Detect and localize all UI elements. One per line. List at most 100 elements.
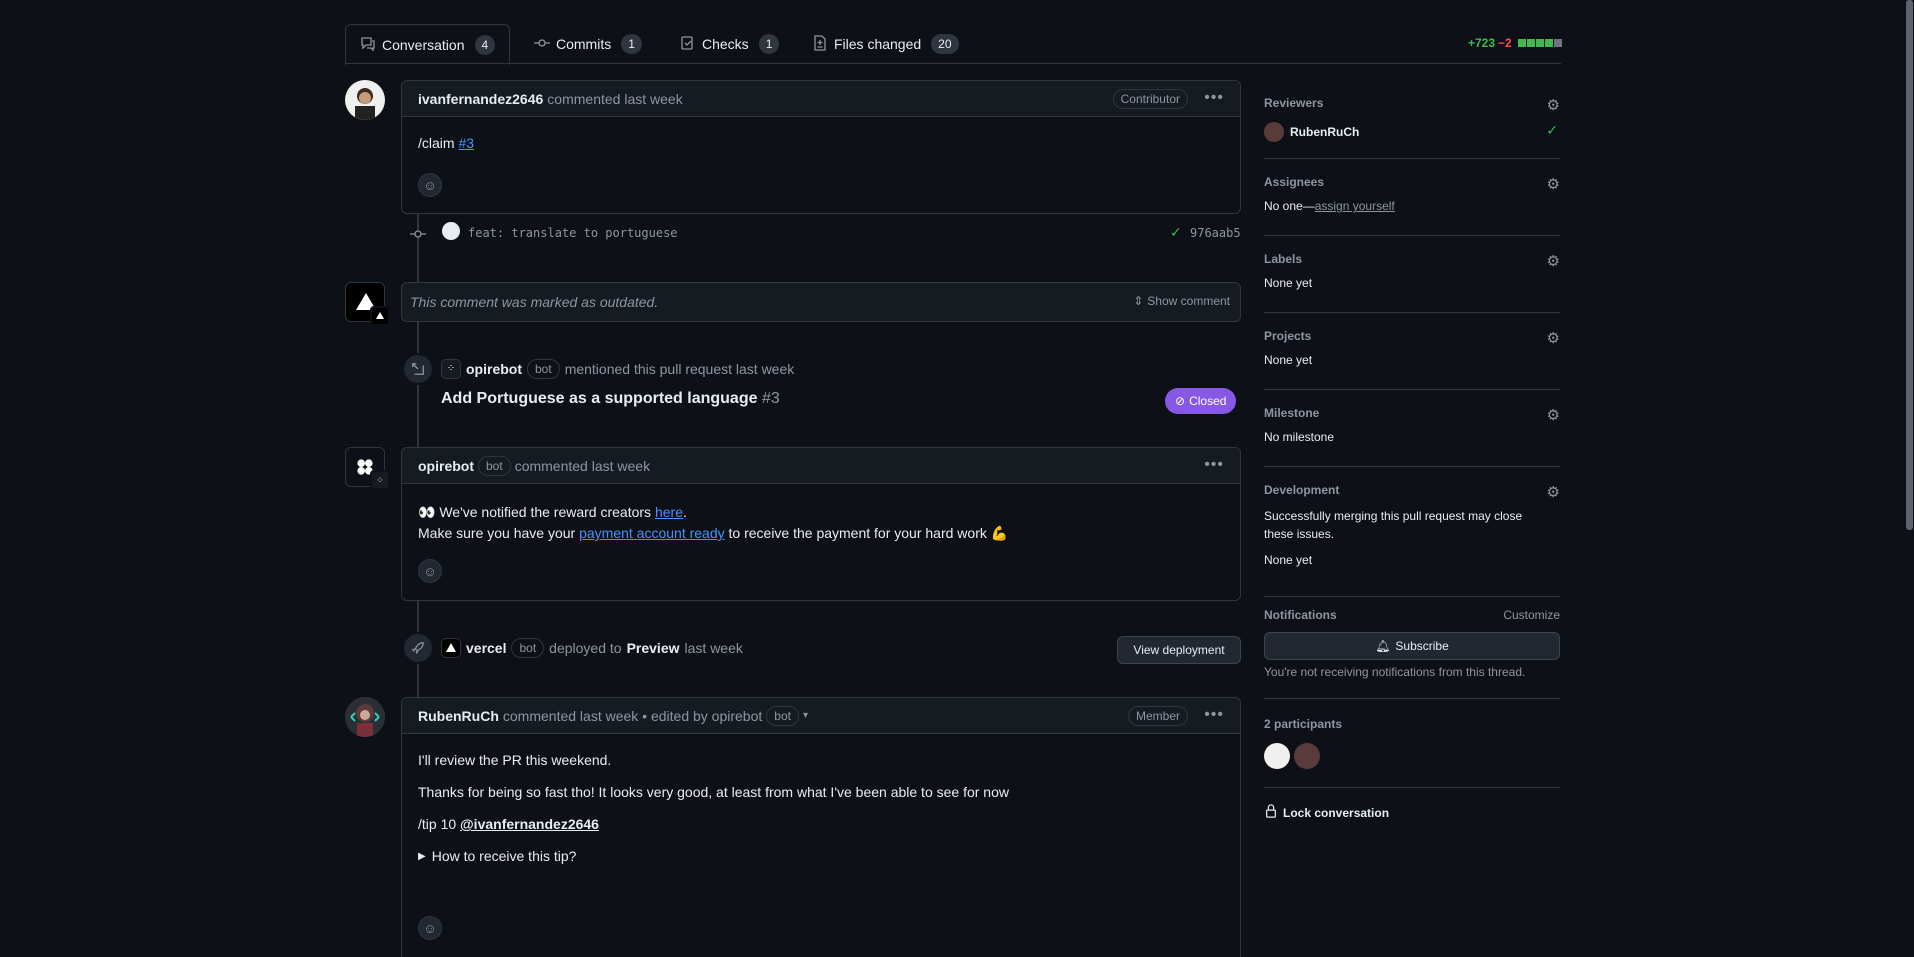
commit-author-avatar[interactable] (442, 222, 460, 240)
reviewer-row: RubenRuCh (1264, 122, 1359, 142)
comment-author[interactable]: RubenRuCh (418, 708, 499, 724)
tab-commits-count: 1 (621, 34, 642, 54)
comment-ivanfernandez2646: ivanfernandez2646 commented last week Co… (401, 80, 1241, 214)
development-section: Development ⚙ Successfully merging this … (1264, 483, 1560, 567)
milestone-gear-icon[interactable]: ⚙ (1547, 406, 1560, 424)
development-gear-icon[interactable]: ⚙ (1547, 483, 1560, 501)
commit-message[interactable]: feat: translate to portuguese (468, 226, 678, 240)
projects-gear-icon[interactable]: ⚙ (1547, 329, 1560, 347)
comment-author[interactable]: opirebot (418, 458, 474, 474)
view-deployment-label: View deployment (1133, 643, 1225, 657)
kebab-menu-icon[interactable]: ••• (1204, 456, 1224, 474)
user-mention-link[interactable]: @ivanfernandez2646 (460, 816, 599, 832)
tip-details-toggle[interactable]: ▶ How to receive this tip? (418, 848, 1009, 864)
deploy-author[interactable]: vercel (466, 640, 506, 656)
tab-files-changed-count: 20 (931, 34, 959, 54)
outdated-text: This comment was marked as outdated. (410, 294, 659, 310)
sidebar-divider (1264, 466, 1560, 467)
tab-conversation-count: 4 (474, 35, 496, 55)
approved-check-icon: ✓ (1546, 122, 1558, 138)
here-link[interactable]: here (655, 504, 683, 520)
deploy-time: last week (684, 640, 743, 656)
add-reaction-smiley-icon[interactable]: ☺ (418, 173, 442, 197)
diffstat-additions: +723 (1468, 36, 1496, 50)
participant-avatar[interactable] (1264, 743, 1290, 769)
reviewers-section: Reviewers ⚙ RubenRuCh ✓ (1264, 96, 1560, 146)
milestone-title: Milestone (1264, 406, 1320, 420)
comment-discussion-icon (360, 36, 376, 55)
reviewer-name[interactable]: RubenRuCh (1290, 125, 1359, 139)
comment-author[interactable]: ivanfernandez2646 (418, 91, 543, 107)
subscribe-button[interactable]: 🔔︎ Subscribe (1264, 632, 1560, 660)
comment-body: /claim #3 (418, 135, 474, 151)
tabs-divider (345, 63, 1561, 64)
scrollbar-thumb[interactable] (1906, 0, 1913, 530)
reviewer-avatar[interactable] (1264, 122, 1284, 142)
payment-text: Make sure you have your (418, 525, 580, 541)
deploy-environment[interactable]: Preview (627, 640, 680, 656)
tab-files-changed[interactable]: Files changed 20 (798, 24, 973, 64)
tab-checks-count: 1 (758, 34, 780, 54)
kebab-menu-icon[interactable]: ••• (1204, 89, 1224, 107)
avatar-rubenruch[interactable] (345, 697, 385, 737)
show-comment-button[interactable]: ⇕ Show comment (1133, 294, 1230, 308)
contributor-badge: Contributor (1112, 88, 1188, 109)
comment-meta[interactable]: commented last week (547, 91, 682, 107)
add-reaction-smiley-icon[interactable]: ☺ (418, 559, 442, 583)
unfold-icon: ⇕ (1133, 294, 1144, 308)
commit-sha[interactable]: 976aab5 (1190, 226, 1241, 240)
labels-gear-icon[interactable]: ⚙ (1547, 252, 1560, 270)
tip-text: /tip 10 (418, 816, 461, 832)
issue-link[interactable]: #3 (458, 135, 474, 151)
mentioned-issue[interactable]: Add Portuguese as a supported language #… (441, 390, 780, 408)
reviewers-title: Reviewers (1264, 96, 1324, 110)
closed-label: Closed (1189, 394, 1227, 408)
labels-section: Labels ⚙ None yet (1264, 252, 1560, 290)
file-diff-icon (812, 34, 828, 54)
issue-title[interactable]: Add Portuguese as a supported language (441, 390, 758, 407)
assignees-section: Assignees ⚙ No one—assign yourself (1264, 175, 1560, 213)
participant-avatar[interactable] (1294, 743, 1320, 769)
reviewers-gear-icon[interactable]: ⚙ (1547, 96, 1560, 114)
development-text: Successfully merging this pull request m… (1264, 509, 1523, 541)
tab-checks[interactable]: Checks 1 (666, 24, 793, 64)
kebab-menu-icon[interactable]: ••• (1204, 706, 1224, 724)
diffstat-deletions: −2 (1498, 36, 1512, 50)
payment-suffix: to receive the payment for your hard wor… (724, 525, 1009, 541)
closed-icon: ⊘ (1175, 394, 1186, 408)
lock-conversation-button[interactable]: Lock conversation (1264, 804, 1389, 821)
development-value: None yet (1264, 553, 1313, 567)
tab-conversation[interactable]: Conversation 4 (345, 24, 511, 65)
comment-body: 👀 We've notified the reward creators her… (418, 502, 1008, 544)
comment-header: RubenRuCh commented last week • edited b… (402, 698, 1240, 734)
check-icon[interactable]: ✓ (1170, 224, 1182, 241)
diffstat: +723 −2 (1468, 36, 1562, 50)
avatar-ivanfernandez2646[interactable] (345, 80, 385, 120)
customize-link[interactable]: Customize (1503, 608, 1560, 622)
milestone-section: Milestone ⚙ No milestone (1264, 406, 1560, 444)
vercel-small-avatar[interactable] (441, 638, 461, 658)
issue-number[interactable]: #3 (762, 390, 780, 407)
participants-title: 2 participants (1264, 717, 1343, 731)
payment-account-link[interactable]: payment account ready (579, 525, 725, 541)
notify-suffix: . (682, 504, 687, 520)
participant-avatars (1264, 743, 1560, 769)
edit-history-chevron-icon[interactable]: ▾ (803, 710, 808, 721)
add-reaction-smiley-icon[interactable]: ☺ (418, 916, 442, 940)
assign-yourself-link[interactable]: assign yourself (1315, 199, 1395, 213)
comment-meta[interactable]: commented last week (515, 458, 650, 474)
mention-author[interactable]: opirebot (466, 361, 522, 377)
checklist-icon (680, 35, 696, 54)
comment-meta[interactable]: commented last week • edited by opirebot (503, 708, 762, 724)
tab-conversation-label: Conversation (382, 37, 465, 53)
opirebot-small-avatar[interactable]: ⁘ (441, 359, 461, 379)
assignees-gear-icon[interactable]: ⚙ (1547, 175, 1560, 193)
bell-icon: 🔔︎ (1375, 639, 1391, 653)
projects-section: Projects ⚙ None yet (1264, 329, 1560, 367)
page-scrollbar[interactable] (1905, 0, 1914, 957)
tab-commits[interactable]: Commits 1 (520, 24, 656, 64)
outdated-comment: This comment was marked as outdated. ⇕ S… (401, 282, 1241, 322)
sidebar-divider (1264, 312, 1560, 313)
view-deployment-button[interactable]: View deployment (1117, 636, 1241, 664)
development-title: Development (1264, 483, 1340, 497)
